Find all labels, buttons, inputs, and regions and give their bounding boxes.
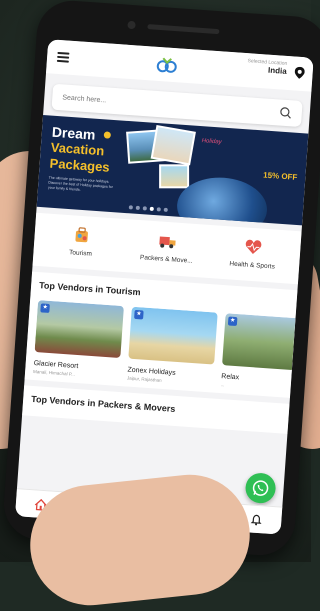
vendor-image: ★ [128,306,218,365]
category-label: Health & Sports [229,260,276,271]
earpiece-speaker [147,24,220,35]
pagination-dot[interactable] [163,207,168,212]
banner-fine-print: The ultimate getaway for your holidays. … [47,175,113,192]
banner-photo-beach [159,164,190,189]
vendor-image: ★ [222,313,296,372]
favorite-badge-icon[interactable]: ★ [40,303,50,313]
vendor-card[interactable]: ★ Glacier Resort Manali, Himachal P... [33,300,124,380]
vendor-card[interactable]: ★ Relax ... [221,313,296,392]
location-selector[interactable]: Selected Location India [247,58,288,76]
vendor-carousel[interactable]: ★ Glacier Resort Manali, Himachal P... ★… [33,300,296,392]
truck-icon [159,236,176,249]
section-title: Top Vendors in Packers & Movers [30,393,176,414]
promo-banner[interactable]: Dream Vacation Packages The ultimate get… [36,115,309,226]
pagination-dot[interactable] [156,207,161,212]
whatsapp-button[interactable] [244,472,277,505]
location-pin-icon[interactable] [294,66,305,79]
banner-dot [103,131,112,139]
tourism-vendors-section: Top Vendors in Tourism ★ Glacier Resort … [24,271,298,398]
pagination-dot[interactable] [142,206,147,211]
bell-icon[interactable] [250,513,263,526]
pagination-dot[interactable] [128,205,133,210]
favorite-badge-icon[interactable]: ★ [227,316,238,327]
phone-frame: Selected Location India Search here... D… [1,0,320,558]
banner-pagination[interactable] [128,205,168,212]
search-icon[interactable] [279,107,292,120]
vendor-card[interactable]: ★ Zonex Holidays Jaipur, Rajasthan [127,306,218,387]
app-logo [156,57,177,73]
front-camera [127,20,136,30]
tourism-icon [75,227,88,243]
category-health-sports[interactable]: Health & Sports [217,236,289,272]
app-header: Selected Location India [45,39,314,92]
banner-line-3: Packages [49,155,111,175]
banner-brand: Holiday [201,138,222,146]
banner-discount: 15% OFF [262,170,298,182]
app-screen: Selected Location India Search here... D… [15,39,314,535]
category-label: Packers & Move... [139,254,193,265]
category-label: Tourism [68,249,93,258]
search-input[interactable]: Search here... [62,94,106,104]
whatsapp-icon [252,480,269,496]
banner-photo-couple [150,124,196,166]
pagination-dot[interactable] [135,205,140,210]
banner-globe [175,174,270,226]
hamburger-menu-icon[interactable] [56,51,70,63]
heart-icon [245,239,262,255]
category-tourism[interactable]: Tourism [45,224,117,260]
pagination-dot-active[interactable] [149,206,154,211]
category-packers-movers[interactable]: Packers & Move... [131,230,203,266]
vendor-image: ★ [34,300,124,359]
location-value: India [267,65,288,76]
favorite-badge-icon[interactable]: ★ [134,309,144,320]
